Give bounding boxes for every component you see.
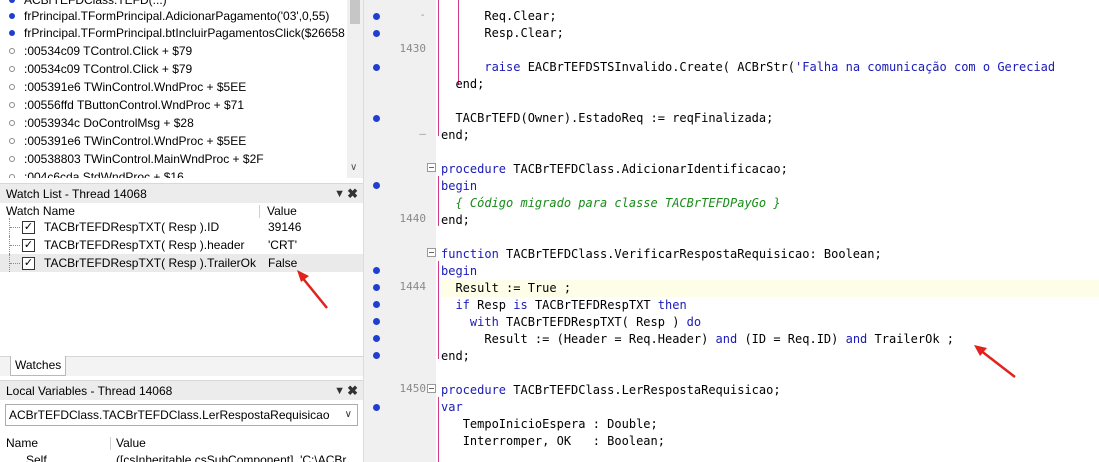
chevron-down-icon[interactable]: ∨	[345, 405, 352, 425]
code-line[interactable]: { Código migrado para classe TACBrTEFDPa…	[441, 195, 780, 212]
breakpoint-icon[interactable]	[373, 318, 380, 325]
breakpoint-icon[interactable]	[373, 267, 380, 274]
block-marker	[438, 176, 439, 226]
watch-list-title: Watch List - Thread 14068	[6, 187, 147, 201]
call-stack-list[interactable]: ACBrTEFDClass.TEFD(...) frPrincipal.TFor…	[0, 0, 363, 178]
code-line[interactable]: end;	[441, 127, 470, 144]
line-marker: -	[419, 8, 426, 21]
local-variables-header: Name Value	[0, 435, 363, 452]
breakpoint-icon[interactable]	[373, 13, 380, 20]
line-marker: –	[419, 127, 426, 140]
tree-connector	[9, 236, 21, 254]
code-line[interactable]: end;	[441, 76, 484, 93]
local-variables-title: Local Variables - Thread 14068	[6, 384, 173, 398]
frame-dot-icon	[9, 156, 15, 162]
code-line[interactable]: end;	[441, 348, 470, 365]
code-line[interactable]: var	[441, 399, 463, 416]
local-variables-title-bar: Local Variables - Thread 14068 ▼ ✖	[0, 380, 363, 400]
watches-tab-bar: Watches	[0, 356, 363, 376]
breakpoint-icon[interactable]	[373, 115, 380, 122]
code-line[interactable]: end;	[441, 212, 470, 229]
tab-watches[interactable]: Watches	[10, 356, 67, 376]
frame-dot-icon	[9, 66, 15, 72]
annotation-arrow-icon	[297, 270, 328, 309]
watch-enabled-checkbox[interactable]: ✓	[22, 257, 35, 270]
watch-row[interactable]: ✓ TACBrTEFDRespTXT( Resp ).header 'CRT'	[0, 236, 363, 254]
tree-connector	[9, 254, 21, 272]
breakpoint-icon[interactable]	[373, 182, 380, 189]
breakpoint-icon[interactable]	[373, 64, 380, 71]
line-number: 1450	[399, 382, 427, 395]
watch-list-title-bar: Watch List - Thread 14068 ▼ ✖	[0, 183, 363, 203]
column-divider[interactable]	[110, 437, 111, 450]
pin-icon[interactable]: ▼	[334, 184, 345, 204]
breakpoint-icon[interactable]	[373, 404, 380, 411]
code-line[interactable]: begin	[441, 178, 477, 195]
frame-dot-icon	[9, 174, 15, 178]
frame-dot-icon	[9, 13, 15, 19]
breakpoint-icon[interactable]	[373, 30, 380, 37]
local-variable-row[interactable]: Self ([csInheritable,csSubComponent], 'C…	[0, 451, 363, 462]
code-line[interactable]: with TACBrTEFDRespTXT( Resp ) do	[441, 314, 701, 331]
frame-dot-icon	[9, 30, 15, 36]
code-line[interactable]: Req.Clear;	[441, 8, 556, 25]
code-line[interactable]: TACBrTEFD(Owner).EstadoReq := reqFinaliz…	[441, 110, 773, 127]
frame-dot-icon	[9, 0, 15, 3]
fold-toggle-icon[interactable]	[427, 384, 436, 393]
debug-panels: ACBrTEFDClass.TEFD(...) frPrincipal.TFor…	[0, 0, 363, 462]
frame-dot-icon	[9, 120, 15, 126]
line-number: 1444	[399, 280, 427, 293]
breakpoint-icon[interactable]	[373, 352, 380, 359]
code-line[interactable]: procedure TACBrTEFDClass.LerRespostaRequ…	[441, 382, 781, 399]
fold-toggle-icon[interactable]	[427, 248, 436, 257]
watch-row[interactable]: ✓ TACBrTEFDRespTXT( Resp ).ID 39146	[0, 218, 363, 236]
breakpoint-icon[interactable]	[373, 301, 380, 308]
code-line[interactable]: begin	[441, 263, 477, 280]
column-header-name[interactable]: Name	[6, 435, 38, 452]
editor-gutter[interactable]: - 1430 – 1440 1444 1450	[368, 0, 436, 462]
code-line[interactable]: if Resp is TACBrTEFDRespTXT then	[441, 297, 686, 314]
code-line[interactable]: Result := (Header = Req.Header) and (ID …	[441, 331, 954, 348]
fold-toggle-icon[interactable]	[427, 163, 436, 172]
chevron-down-icon[interactable]: ∨	[350, 162, 357, 173]
close-icon[interactable]: ✖	[347, 381, 358, 401]
frame-dot-icon	[9, 84, 15, 90]
breakpoint-icon[interactable]	[373, 335, 380, 342]
column-header-value[interactable]: Value	[116, 435, 146, 452]
scrollbar-thumb[interactable]	[350, 0, 360, 24]
frame-dot-icon	[9, 48, 15, 54]
watch-enabled-checkbox[interactable]: ✓	[22, 221, 35, 234]
code-line[interactable]: Interromper, OK : Boolean;	[441, 433, 665, 450]
frame-dot-icon	[9, 102, 15, 108]
scope-select-value: ACBrTEFDClass.TACBrTEFDClass.LerResposta…	[9, 408, 330, 422]
block-marker	[438, 0, 439, 136]
column-divider[interactable]	[259, 205, 260, 218]
block-marker	[438, 261, 439, 359]
pin-icon[interactable]: ▼	[334, 381, 345, 401]
scope-select[interactable]: ACBrTEFDClass.TACBrTEFDClass.LerResposta…	[5, 404, 358, 426]
close-icon[interactable]: ✖	[347, 184, 358, 204]
code-line-current[interactable]: Result := True ;	[441, 280, 1099, 297]
call-stack-scrollbar[interactable]: ∨	[347, 0, 363, 178]
watch-enabled-checkbox[interactable]: ✓	[22, 239, 35, 252]
block-marker	[438, 397, 439, 462]
annotation-arrow-icon	[974, 345, 1016, 378]
tree-connector	[9, 218, 21, 236]
frame-dot-icon	[9, 138, 15, 144]
code-line[interactable]: TempoInicioEspera : Double;	[441, 416, 658, 433]
code-line[interactable]: raise EACBrTEFDSTSInvalido.Create( ACBrS…	[441, 59, 1055, 76]
code-line[interactable]: Resp.Clear;	[441, 25, 563, 42]
line-number: 1440	[399, 212, 427, 225]
code-line[interactable]: function TACBrTEFDClass.VerificarRespost…	[441, 246, 882, 263]
breakpoint-icon[interactable]	[373, 284, 380, 291]
code-line[interactable]: procedure TACBrTEFDClass.AdicionarIdenti…	[441, 161, 788, 178]
code-editor[interactable]: Req.Clear; Resp.Clear; raise EACBrTEFDST…	[436, 0, 1099, 462]
line-number: 1430	[399, 42, 427, 55]
